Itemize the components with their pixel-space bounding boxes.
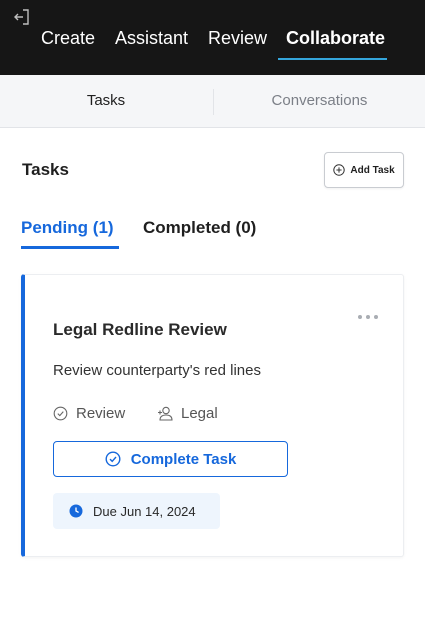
exit-icon[interactable] — [12, 7, 32, 27]
task-title: Legal Redline Review — [53, 320, 227, 339]
task-card[interactable]: Legal Redline Review Review counterparty… — [21, 274, 404, 557]
task-status-label: Review — [76, 405, 126, 422]
subtab-conversations[interactable]: Conversations — [214, 75, 425, 128]
nav-tab-collaborate[interactable]: Collaborate — [286, 28, 385, 49]
check-circle-icon — [53, 406, 68, 421]
subtab-tasks[interactable]: Tasks — [0, 75, 212, 128]
tasks-title: Tasks — [22, 160, 69, 179]
top-navigation-bar: Create Assistant Review Collaborate — [0, 0, 425, 75]
task-description: Review counterparty's red lines — [53, 362, 261, 379]
task-status: Review — [53, 405, 125, 422]
user-add-icon — [158, 406, 173, 421]
check-circle-icon — [105, 451, 121, 467]
nav-tab-review[interactable]: Review — [208, 28, 267, 49]
nav-tab-create[interactable]: Create — [41, 28, 95, 49]
plus-circle-icon — [333, 164, 346, 176]
tab-completed[interactable]: Completed (0) — [143, 218, 256, 238]
due-date-label: Due Jun 14, 2024 — [93, 503, 196, 519]
due-date-badge: Due Jun 14, 2024 — [53, 493, 220, 529]
add-task-button[interactable]: Add Task — [324, 152, 404, 188]
task-team: Legal — [157, 405, 218, 422]
task-team-label: Legal — [181, 405, 218, 422]
add-task-label: Add Task — [350, 164, 395, 176]
active-tab-indicator — [278, 58, 387, 60]
complete-task-button[interactable]: Complete Task — [53, 441, 288, 477]
nav-tab-assistant[interactable]: Assistant — [115, 28, 188, 49]
clock-icon — [69, 504, 83, 518]
complete-task-label: Complete Task — [130, 450, 237, 468]
more-options-icon[interactable] — [357, 313, 379, 321]
pending-tab-indicator — [21, 246, 119, 249]
subtab-bar: Tasks Conversations — [0, 75, 425, 128]
tab-pending[interactable]: Pending (1) — [21, 218, 114, 238]
